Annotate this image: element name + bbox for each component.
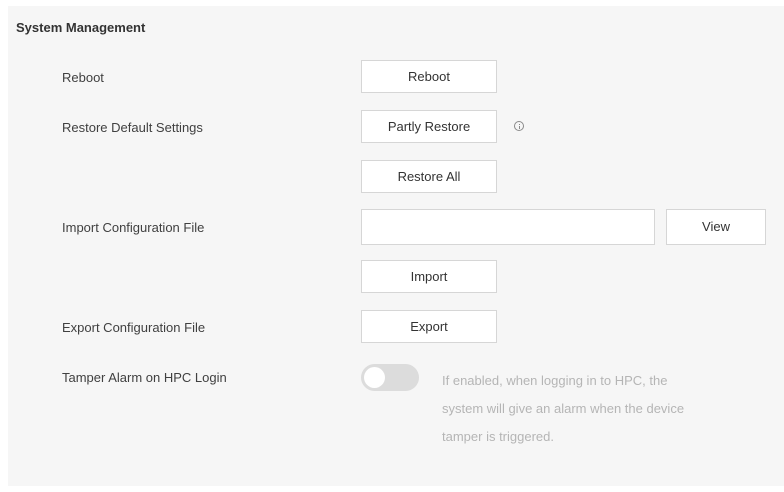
view-button[interactable]: View	[666, 209, 766, 245]
reboot-button[interactable]: Reboot	[361, 60, 497, 93]
partly-restore-button[interactable]: Partly Restore	[361, 110, 497, 143]
reboot-label: Reboot	[62, 70, 104, 85]
tamper-alarm-label: Tamper Alarm on HPC Login	[62, 370, 227, 385]
hint-line-1: If enabled, when logging in to HPC, the	[442, 373, 668, 388]
export-button[interactable]: Export	[361, 310, 497, 343]
info-icon[interactable]	[514, 121, 524, 131]
tamper-alarm-toggle[interactable]	[361, 364, 419, 391]
import-button[interactable]: Import	[361, 260, 497, 293]
section-title: System Management	[16, 20, 146, 35]
tamper-alarm-hint: If enabled, when logging in to HPC, the …	[442, 367, 742, 451]
toggle-knob	[364, 367, 385, 388]
restore-all-button[interactable]: Restore All	[361, 160, 497, 193]
hint-line-2: system will give an alarm when the devic…	[442, 401, 685, 416]
restore-default-settings-label: Restore Default Settings	[62, 120, 203, 135]
export-configuration-file-label: Export Configuration File	[62, 320, 206, 335]
import-configuration-file-label: Import Configuration File	[62, 220, 205, 235]
page: System Management Reboot Reboot Restore …	[0, 0, 784, 492]
import-file-path-input[interactable]	[361, 209, 655, 245]
hint-line-3: tamper is triggered.	[442, 429, 554, 444]
